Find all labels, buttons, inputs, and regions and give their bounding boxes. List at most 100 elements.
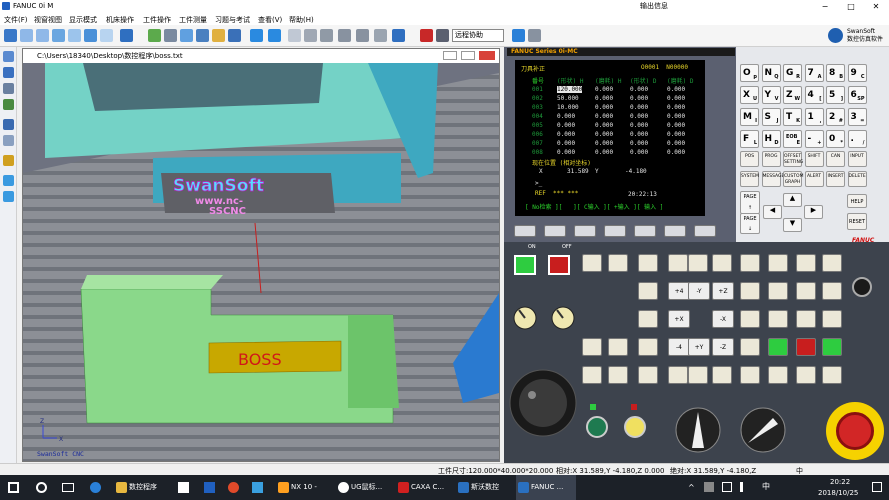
key-h[interactable]: HD: [761, 130, 781, 148]
panel-mode-button[interactable]: [608, 338, 628, 356]
side-select-icon[interactable]: [3, 51, 14, 62]
offset-value[interactable]: 0.000: [630, 131, 648, 138]
pan-icon[interactable]: [68, 29, 81, 42]
key-z[interactable]: ZW: [783, 86, 802, 104]
panel-mode-button[interactable]: [796, 310, 816, 328]
zoom-out-icon[interactable]: [36, 29, 49, 42]
offset-value[interactable]: 0.000: [557, 140, 575, 147]
side-view-icon[interactable]: [3, 119, 14, 130]
function-key-insert[interactable]: INSERT: [826, 171, 845, 187]
key-y[interactable]: YV: [761, 86, 781, 104]
spindle-button[interactable]: [796, 338, 816, 356]
offset-value[interactable]: 0.000: [667, 149, 685, 156]
menu-view[interactable]: 视窗视图: [34, 15, 62, 25]
key-eob[interactable]: EOB E: [783, 130, 802, 148]
app-icon-2[interactable]: [228, 482, 239, 493]
key-3[interactable]: 3 =: [847, 108, 867, 126]
viewport-minimize-button[interactable]: [443, 51, 457, 60]
list-icon[interactable]: [304, 29, 317, 42]
key-5[interactable]: 5]: [826, 86, 845, 104]
gauge-icon[interactable]: [338, 29, 351, 42]
panel-mode-button[interactable]: [668, 366, 688, 384]
panel-mode-button[interactable]: [712, 254, 732, 272]
function-key-message[interactable]: MESSAGE: [761, 171, 784, 187]
start-icon[interactable]: [8, 482, 19, 493]
feed-hold-button[interactable]: [624, 416, 646, 438]
panel-mode-button[interactable]: [822, 254, 842, 272]
rotate-icon[interactable]: [84, 29, 97, 42]
offset-value[interactable]: 0.000: [630, 104, 648, 111]
offset-value[interactable]: 0.000: [595, 140, 613, 147]
function-key-delete[interactable]: DELETE: [847, 171, 867, 187]
taskbar-item-nx[interactable]: NX 10 -: [276, 475, 332, 500]
offset-value[interactable]: 0.000: [630, 86, 648, 93]
list2-icon[interactable]: [528, 29, 541, 42]
function-key-can[interactable]: CAN: [826, 151, 845, 167]
cursor-up-key[interactable]: ▲: [783, 193, 802, 207]
jog-button[interactable]: +4: [668, 282, 690, 300]
key-x[interactable]: - +: [804, 130, 824, 148]
menu-look[interactable]: 查看(V): [258, 15, 282, 25]
key-switch[interactable]: [852, 277, 872, 297]
key-9[interactable]: 9C: [847, 64, 867, 82]
menu-display[interactable]: 显示模式: [69, 15, 97, 25]
emergency-stop-button[interactable]: [836, 412, 874, 450]
offset-value[interactable]: 0.000: [667, 86, 685, 93]
key-7[interactable]: 7A: [804, 64, 824, 82]
side-stock-icon[interactable]: [3, 155, 14, 166]
jog-button[interactable]: -4: [668, 338, 690, 356]
offset-value[interactable]: 0.000: [595, 149, 613, 156]
key-x[interactable]: XU: [740, 86, 759, 104]
function-key-system[interactable]: SYSTEM: [740, 171, 759, 187]
offset-value[interactable]: 0.000: [667, 95, 685, 102]
key-x[interactable]: . /: [847, 130, 867, 148]
key-o[interactable]: Op: [740, 64, 759, 82]
stop-icon[interactable]: [436, 29, 449, 42]
offset-value[interactable]: 50.000: [557, 95, 579, 102]
offset-value[interactable]: 0.000: [557, 113, 575, 120]
play-icon[interactable]: [512, 29, 525, 42]
jog-button[interactable]: +X: [668, 310, 690, 328]
key-s[interactable]: SJ: [761, 108, 781, 126]
function-key-prog[interactable]: PROG: [761, 151, 781, 167]
panel-mode-button[interactable]: [608, 254, 628, 272]
panel-mode-button[interactable]: [740, 338, 760, 356]
cycle-start-button[interactable]: [586, 416, 608, 438]
jog-button[interactable]: -Y: [688, 282, 710, 300]
panel-mode-button[interactable]: [582, 338, 602, 356]
app-icon-1[interactable]: [204, 482, 215, 493]
key-n[interactable]: NQ: [761, 64, 781, 82]
function-key-custom-graph[interactable]: CUSTOM GRAPH: [783, 171, 803, 187]
panel-mode-button[interactable]: [608, 366, 628, 384]
softkey-5[interactable]: [664, 225, 686, 237]
key-8[interactable]: 8B: [826, 64, 845, 82]
maximize-button[interactable]: □: [838, 0, 864, 13]
offset-value[interactable]: 0.000: [630, 113, 648, 120]
zoom-fit-icon[interactable]: [52, 29, 65, 42]
function-key-pos[interactable]: POS: [740, 151, 759, 167]
offset-value[interactable]: 0.000: [557, 149, 575, 156]
help-key[interactable]: HELP: [847, 194, 867, 208]
machine-view[interactable]: SwanSoft www.nc- SSCNC BOSS X Z SwanSoft…: [23, 63, 499, 461]
panel-mode-button[interactable]: [768, 254, 788, 272]
side-cube2-icon[interactable]: [3, 191, 14, 202]
key-6[interactable]: 6 SP: [847, 86, 867, 104]
panel-mode-button[interactable]: [740, 254, 760, 272]
tray-app-icon[interactable]: [704, 482, 714, 492]
panel-mode-button[interactable]: [638, 338, 658, 356]
panel-mode-button[interactable]: [822, 310, 842, 328]
input-method[interactable]: 中: [762, 481, 770, 492]
app-icon-3[interactable]: [252, 482, 263, 493]
softkey-3[interactable]: [604, 225, 626, 237]
key-0[interactable]: 0 *: [826, 130, 845, 148]
menu-machine[interactable]: 机床操作: [106, 15, 134, 25]
clock-date[interactable]: 2018/10/25: [818, 489, 858, 497]
close-button[interactable]: ✕: [863, 0, 889, 13]
function-key-shift[interactable]: SHIFT: [804, 151, 824, 167]
panel-mode-button[interactable]: [796, 282, 816, 300]
side-cube-icon[interactable]: [3, 175, 14, 186]
remote-assist-select[interactable]: 远程协助: [452, 29, 504, 42]
edge-icon[interactable]: [90, 482, 101, 493]
key-g[interactable]: GR: [783, 64, 802, 82]
panel-mode-button[interactable]: [796, 366, 816, 384]
